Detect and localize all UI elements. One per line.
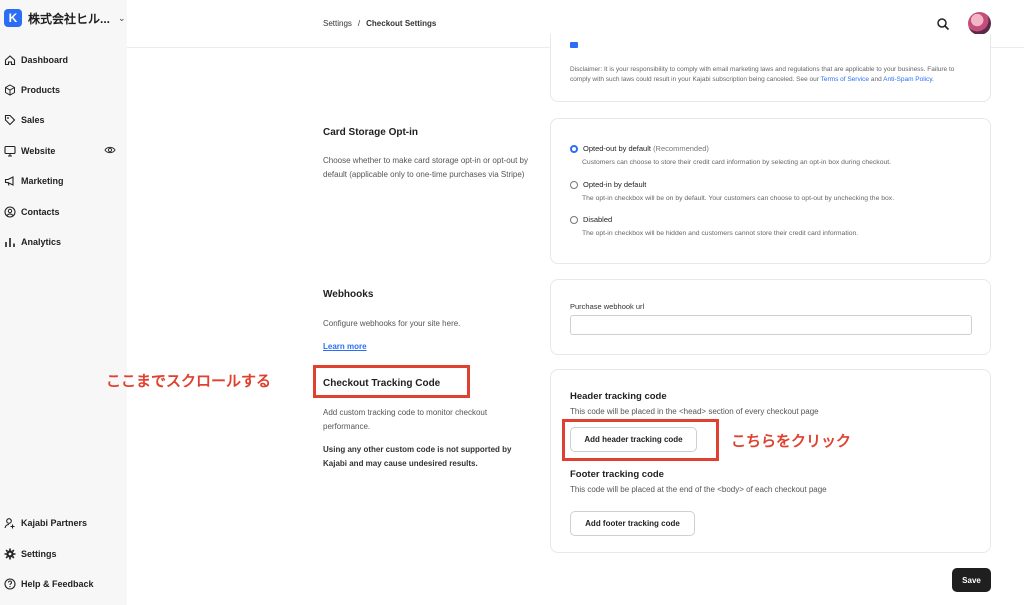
radio-button[interactable]	[570, 216, 578, 224]
learn-more-link[interactable]: Learn more	[323, 340, 367, 354]
sidebar-item-help-feedback[interactable]: Help & Feedback	[4, 578, 94, 590]
annotation-scroll-text: ここまでスクロールする	[106, 373, 272, 390]
sidebar-item-website[interactable]: Website	[4, 145, 55, 157]
sidebar-item-kajabi-partners[interactable]: Kajabi Partners	[4, 517, 87, 529]
card-storage-title: Card Storage Opt-in	[323, 127, 419, 138]
tag-icon	[4, 114, 16, 126]
radio-disabled[interactable]: Disabled	[570, 215, 612, 224]
radio-help-text: The opt-in checkbox will be on by defaul…	[582, 195, 895, 202]
brand-switcher[interactable]: K 株式会社ヒル... ⌄	[4, 9, 126, 27]
anti-spam-policy-link[interactable]: Anti-Spam Policy	[883, 76, 932, 83]
webhooks-title: Webhooks	[323, 289, 374, 300]
email-optin-card: Disclaimer: It is your responsibility to…	[550, 34, 991, 102]
radio-help-text: The opt-in checkbox will be hidden and c…	[582, 230, 859, 237]
tracking-card: Header tracking code This code will be p…	[550, 369, 991, 553]
checkbox-checked[interactable]	[570, 42, 578, 48]
sidebar-item-settings[interactable]: Settings	[4, 548, 57, 560]
breadcrumb-separator: /	[357, 19, 361, 28]
card-storage-card: Opted-out by default (Recommended) Custo…	[550, 118, 991, 264]
sidebar-item-label: Sales	[21, 115, 45, 125]
sidebar-item-dashboard[interactable]: Dashboard	[4, 54, 68, 66]
sidebar-item-label: Help & Feedback	[21, 579, 94, 589]
sidebar-item-sales[interactable]: Sales	[4, 114, 45, 126]
avatar[interactable]	[968, 12, 991, 35]
radio-button-checked[interactable]	[570, 145, 578, 153]
help-icon	[4, 578, 16, 590]
radio-button[interactable]	[570, 181, 578, 189]
annotation-click-text: こちらをクリック	[731, 433, 852, 450]
monitor-icon	[4, 145, 16, 157]
header-tracking-desc: This code will be placed in the <head> s…	[570, 407, 819, 416]
tracking-desc: Add custom tracking code to monitor chec…	[323, 408, 488, 431]
footer-tracking-title: Footer tracking code	[570, 469, 664, 480]
search-icon[interactable]	[936, 17, 950, 31]
webhooks-desc: Configure webhooks for your site here.	[323, 319, 461, 328]
kajabi-logo-icon: K	[4, 9, 22, 27]
card-storage-desc: Choose whether to make card storage opt-…	[323, 156, 528, 179]
sidebar-item-label: Settings	[21, 549, 57, 559]
brand-name: 株式会社ヒル...	[28, 11, 111, 26]
webhooks-card: Purchase webhook url	[550, 279, 991, 355]
header-tracking-title: Header tracking code	[570, 391, 667, 402]
radio-opted-out[interactable]: Opted-out by default (Recommended)	[570, 144, 709, 153]
sidebar-item-label: Website	[21, 146, 56, 156]
footer-tracking-desc: This code will be placed at the end of t…	[570, 485, 827, 494]
webhook-url-label: Purchase webhook url	[570, 302, 645, 311]
breadcrumb: Settings / Checkout Settings	[323, 19, 436, 28]
sidebar-item-products[interactable]: Products	[4, 84, 60, 96]
webhook-url-input[interactable]	[570, 315, 972, 335]
sidebar-item-label: Analytics	[21, 237, 62, 247]
sidebar-item-label: Marketing	[21, 176, 64, 186]
sidebar-item-label: Products	[21, 85, 61, 95]
radio-help-text: Customers can choose to store their cred…	[582, 159, 892, 166]
breadcrumb-settings-link[interactable]: Settings	[323, 19, 352, 28]
sidebar-item-analytics[interactable]: Analytics	[4, 236, 61, 248]
radio-opted-in[interactable]: Opted-in by default	[570, 180, 646, 189]
disclaimer-text: Disclaimer: It is your responsibility to…	[570, 66, 955, 83]
cube-icon	[5, 84, 15, 96]
home-icon	[4, 55, 16, 66]
contact-icon	[4, 206, 16, 218]
sidebar-item-label: Dashboard	[21, 55, 69, 65]
save-button[interactable]: Save	[952, 568, 991, 592]
gear-icon	[4, 548, 16, 560]
sidebar-item-marketing[interactable]: Marketing	[4, 175, 64, 187]
add-footer-tracking-button[interactable]: Add footer tracking code	[570, 511, 695, 536]
megaphone-icon	[4, 176, 14, 186]
tracking-warning: Using any other custom code is not suppo…	[323, 445, 512, 468]
sidebar: K 株式会社ヒル... ⌄ Dashboard Products Sales W…	[0, 0, 127, 605]
sidebar-item-contacts[interactable]: Contacts	[4, 206, 60, 218]
sidebar-item-label: Kajabi Partners	[21, 518, 88, 528]
annotation-box-tracking-title	[313, 365, 470, 398]
sidebar-item-label: Contacts	[21, 207, 60, 217]
partners-icon	[4, 518, 15, 529]
annotation-box-header-button	[562, 419, 719, 461]
bar-chart-icon	[5, 238, 15, 247]
eye-icon[interactable]	[104, 145, 116, 155]
breadcrumb-current: Checkout Settings	[366, 19, 437, 28]
chevron-down-icon: ⌄	[118, 12, 126, 23]
terms-of-service-link[interactable]: Terms of Service	[821, 76, 869, 83]
